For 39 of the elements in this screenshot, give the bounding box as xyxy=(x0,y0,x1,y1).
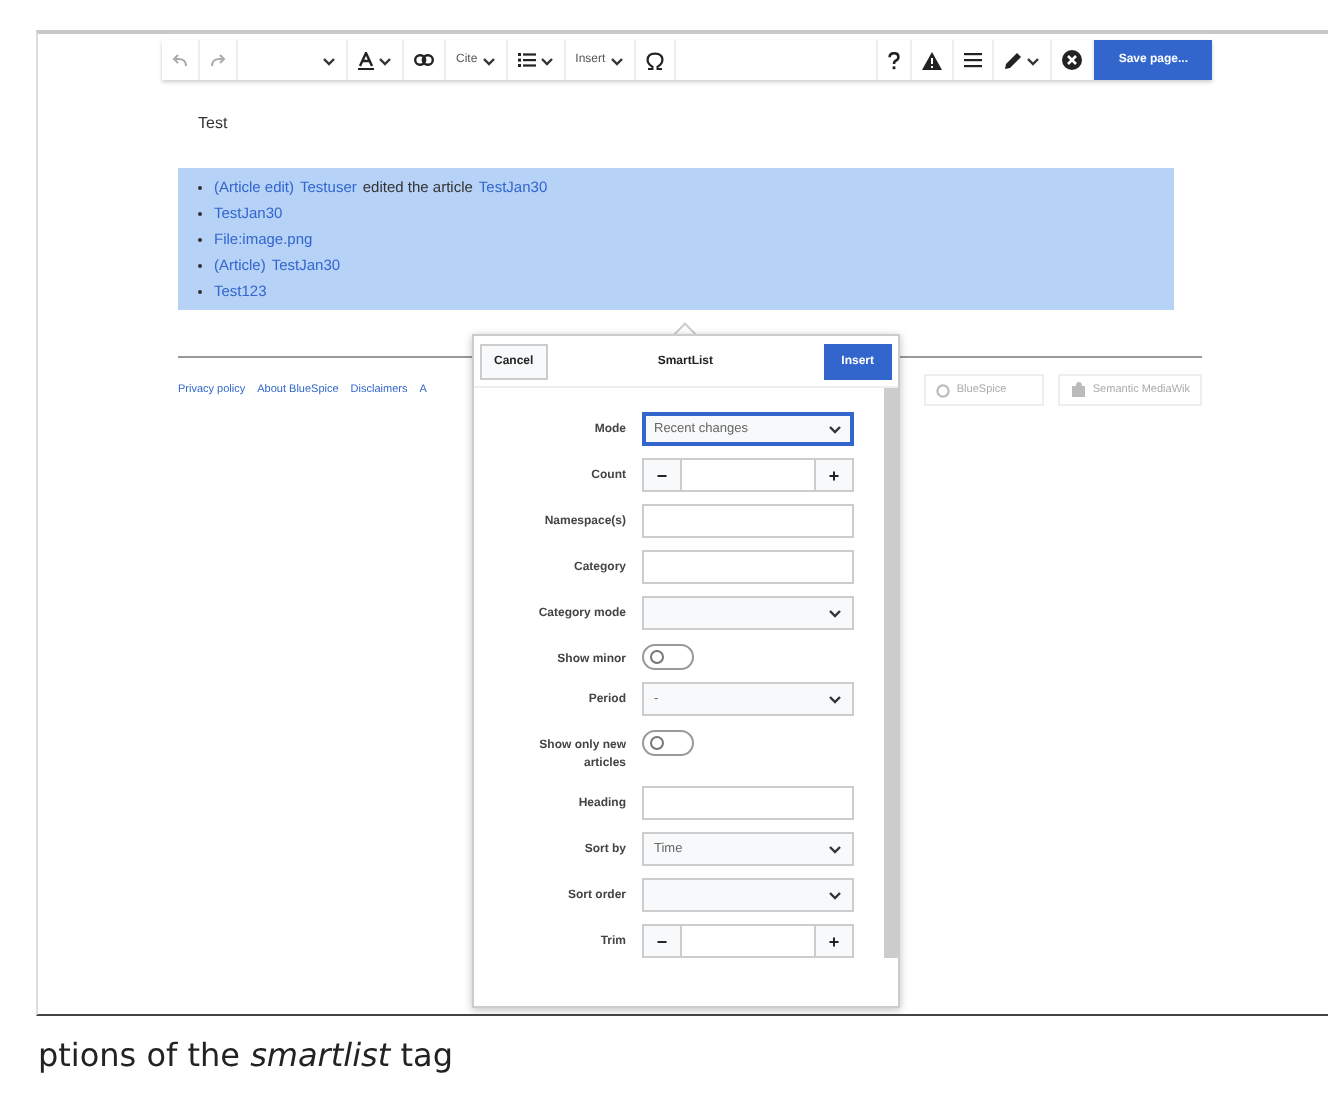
chevron-icon xyxy=(828,844,842,854)
scrollbar[interactable] xyxy=(884,388,898,958)
chevron-icon xyxy=(828,694,842,704)
close-icon xyxy=(1062,50,1083,70)
menu-icon xyxy=(964,52,983,68)
dropdown-field[interactable] xyxy=(642,878,854,912)
chevron-icon xyxy=(378,55,392,65)
chevron-icon xyxy=(828,608,842,618)
link-icon xyxy=(414,54,434,66)
text-field[interactable] xyxy=(642,504,854,538)
chevron-icon xyxy=(828,890,842,900)
decrement-button[interactable]: − xyxy=(644,460,680,490)
question-mark-icon xyxy=(888,51,901,69)
puzzle-icon xyxy=(1070,382,1087,398)
chevron-icon xyxy=(1026,55,1041,65)
paragraph-text: Test xyxy=(198,114,230,132)
warning-icon xyxy=(922,51,943,69)
omega-icon xyxy=(645,51,664,69)
text-field[interactable] xyxy=(642,786,854,820)
decrement-button[interactable]: − xyxy=(644,926,680,956)
pencil-icon xyxy=(1004,51,1023,69)
dropdown-field[interactable] xyxy=(642,596,854,630)
toggle-switch[interactable] xyxy=(642,730,694,756)
text-style-icon xyxy=(358,51,374,69)
chevron-icon xyxy=(481,55,496,65)
chevron-icon xyxy=(828,424,842,434)
chevron-icon xyxy=(609,55,624,65)
number-stepper[interactable]: − + xyxy=(642,458,854,492)
redo-icon xyxy=(210,53,226,67)
undo-icon xyxy=(172,53,188,67)
figure-caption: ptions of the smartlist tag xyxy=(38,1036,453,1074)
list-icon xyxy=(517,52,536,68)
number-stepper[interactable]: − + xyxy=(642,924,854,958)
toggle-switch[interactable] xyxy=(642,644,694,670)
chevron-icon xyxy=(322,55,336,65)
text-field[interactable] xyxy=(642,550,854,584)
increment-button[interactable]: + xyxy=(816,460,852,490)
increment-button[interactable]: + xyxy=(816,926,852,956)
chevron-icon xyxy=(539,55,554,65)
